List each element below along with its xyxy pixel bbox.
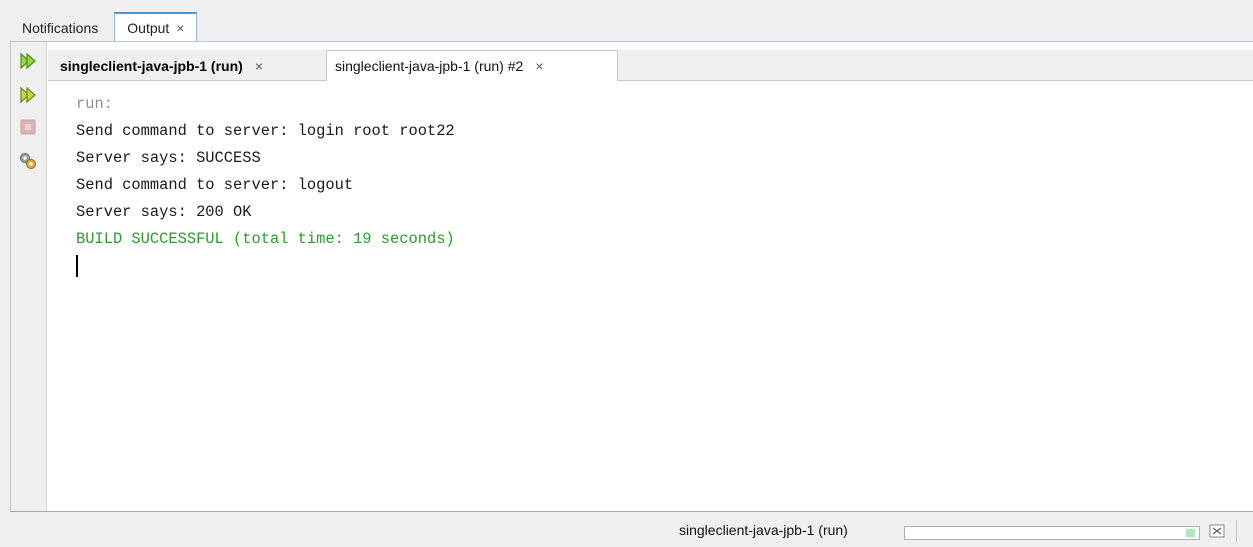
- output-toolbar: [11, 42, 47, 511]
- status-task-label: singleclient-java-jpb-1 (run): [679, 522, 848, 538]
- rerun-icon[interactable]: [17, 50, 39, 72]
- text-cursor: [76, 255, 78, 277]
- tab-notifications-label: Notifications: [22, 20, 99, 36]
- tab-run-2-label: singleclient-java-jpb-1 (run) #2: [335, 58, 524, 74]
- console-output[interactable]: run: Send command to server: login root …: [48, 81, 1253, 511]
- cancel-task-icon[interactable]: [1208, 523, 1226, 539]
- console-line: Send command to server: login root root2…: [76, 122, 455, 140]
- close-icon[interactable]: ×: [255, 58, 263, 74]
- status-separator: [1236, 520, 1237, 542]
- status-bar: singleclient-java-jpb-1 (run): [0, 512, 1253, 547]
- close-icon[interactable]: ×: [535, 58, 543, 74]
- tab-notifications[interactable]: Notifications: [10, 14, 110, 42]
- stop-icon[interactable]: [17, 116, 39, 138]
- progress-fill: [1186, 529, 1195, 537]
- output-window: Notifications Output × singleclient-java…: [0, 0, 1253, 547]
- console-line: Send command to server: logout: [76, 176, 354, 194]
- output-panel: singleclient-java-jpb-1 (run) × singlecl…: [10, 42, 1253, 512]
- tab-run-2[interactable]: singleclient-java-jpb-1 (run) #2 ×: [326, 50, 618, 81]
- tab-run-1-label: singleclient-java-jpb-1 (run): [60, 57, 243, 74]
- run-tab-bar: singleclient-java-jpb-1 (run) × singlecl…: [48, 50, 1253, 81]
- rerun-with-params-icon[interactable]: [17, 84, 39, 106]
- console-line: Server says: SUCCESS: [76, 149, 261, 167]
- console-line: Server says: 200 OK: [76, 203, 252, 221]
- build-status-line: BUILD SUCCESSFUL (total time: 19 seconds…: [76, 230, 455, 248]
- close-icon[interactable]: ×: [176, 20, 184, 36]
- settings-icon[interactable]: [17, 150, 39, 172]
- tab-run-1[interactable]: singleclient-java-jpb-1 (run) ×: [52, 50, 324, 81]
- tab-output-label: Output: [127, 20, 170, 36]
- window-tab-bar: Notifications Output ×: [10, 8, 201, 42]
- progress-bar: [904, 526, 1200, 540]
- tab-output[interactable]: Output ×: [114, 12, 198, 42]
- console-line: run:: [76, 95, 113, 113]
